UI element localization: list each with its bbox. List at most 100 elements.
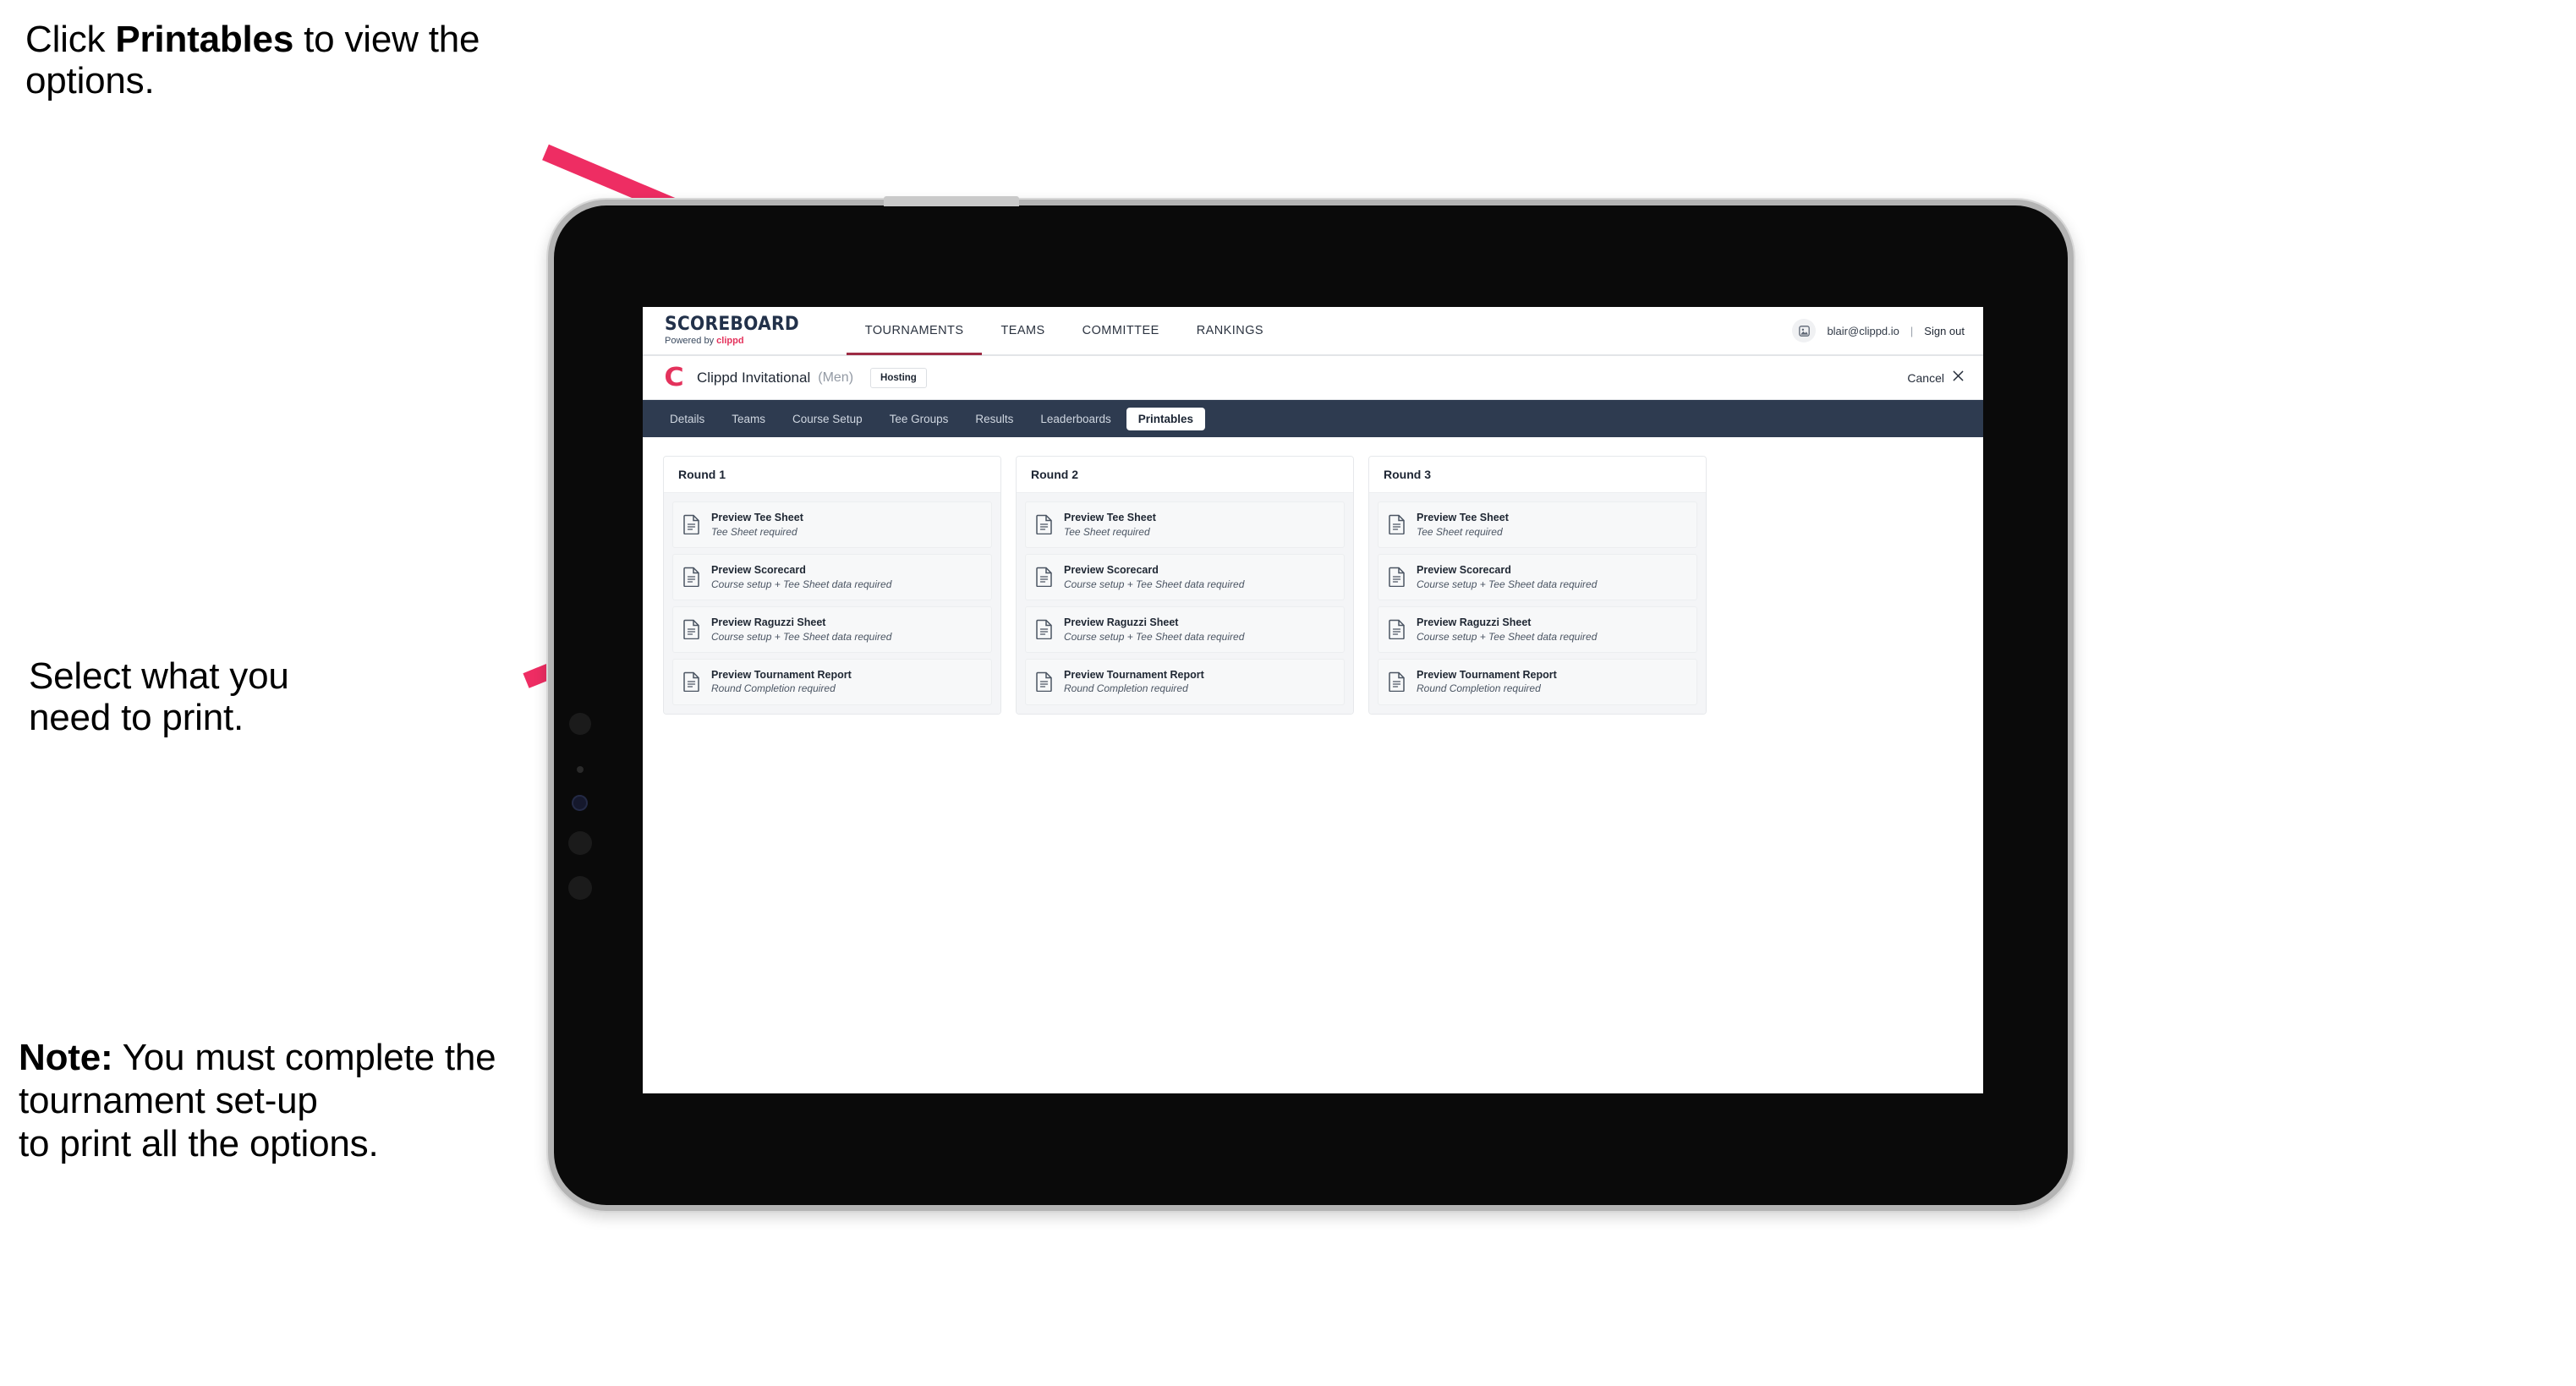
printable-title: Preview Scorecard [711,563,806,576]
topbar-separator: | [1910,324,1914,337]
printable-texts: Preview Raguzzi Sheet Course setup + Tee… [1064,616,1244,643]
printable-row-scorecard[interactable]: Preview Scorecard Course setup + Tee She… [1025,553,1345,600]
printable-title: Preview Tournament Report [711,668,852,681]
document-icon [1036,567,1052,588]
document-icon [1389,515,1405,535]
callout-3-bold: Note: [19,1037,113,1078]
round-items: Preview Tee Sheet Tee Sheet required Pre… [1369,493,1706,714]
printable-texts: Preview Raguzzi Sheet Course setup + Tee… [1417,616,1597,643]
printable-texts: Preview Tournament Report Round Completi… [1064,669,1204,695]
printable-requirement: Round Completion required [711,682,836,695]
tournament-name: Clippd Invitational [697,369,811,386]
printable-row-tee-sheet[interactable]: Preview Tee Sheet Tee Sheet required [672,501,992,548]
round-title: Round 3 [1369,457,1706,493]
printable-texts: Preview Tee Sheet Tee Sheet required [711,512,803,538]
document-icon [683,515,699,535]
sign-out-link[interactable]: Sign out [1924,325,1965,337]
printable-title: Preview Raguzzi Sheet [1417,616,1532,628]
printable-requirement: Course setup + Tee Sheet data required [1417,630,1598,643]
brand-title: SCOREBOARD [665,314,799,335]
main-nav: TOURNAMENTS TEAMS COMMITTEE RANKINGS [846,307,1282,355]
printable-row-scorecard[interactable]: Preview Scorecard Course setup + Tee She… [1378,553,1697,600]
tab-printables[interactable]: Printables [1126,407,1206,430]
round-items: Preview Tee Sheet Tee Sheet required Pre… [1017,493,1353,714]
callout-1-prefix: Click [25,19,116,60]
document-icon [1389,567,1405,588]
printable-texts: Preview Scorecard Course setup + Tee She… [1417,564,1597,590]
status-badge: Hosting [870,367,927,388]
tablet-device-frame: SCOREBOARD Powered by clippd TOURNAMENTS… [554,196,2068,1205]
printable-requirement: Course setup + Tee Sheet data required [1064,578,1245,590]
printable-texts: Preview Tee Sheet Tee Sheet required [1064,512,1156,538]
printable-requirement: Course setup + Tee Sheet data required [1417,578,1598,590]
printable-title: Preview Tournament Report [1064,668,1204,681]
tablet-power-button[interactable] [884,196,1019,206]
document-icon [1036,620,1052,640]
tournament-tabs: Details Teams Course Setup Tee Groups Re… [643,400,1983,437]
printables-content: Round 1 Preview Tee Sheet Tee Sheet requ… [643,437,1983,733]
printable-row-raguzzi-sheet[interactable]: Preview Raguzzi Sheet Course setup + Tee… [672,605,992,653]
printable-row-scorecard[interactable]: Preview Scorecard Course setup + Tee She… [672,553,992,600]
printable-texts: Preview Scorecard Course setup + Tee She… [1064,564,1244,590]
printable-row-raguzzi-sheet[interactable]: Preview Raguzzi Sheet Course setup + Tee… [1025,605,1345,653]
printable-row-tee-sheet[interactable]: Preview Tee Sheet Tee Sheet required [1025,501,1345,548]
printable-row-tee-sheet[interactable]: Preview Tee Sheet Tee Sheet required [1378,501,1697,548]
printable-requirement: Course setup + Tee Sheet data required [711,578,892,590]
printable-title: Preview Raguzzi Sheet [711,616,826,628]
document-icon [683,567,699,588]
printable-row-tournament-report[interactable]: Preview Tournament Report Round Completi… [1025,658,1345,705]
tablet-speaker-hole-2-icon [568,831,592,855]
tab-details[interactable]: Details [658,408,716,430]
printable-row-tournament-report[interactable]: Preview Tournament Report Round Completi… [672,658,992,705]
user-avatar-icon[interactable] [1792,319,1817,342]
document-icon [1036,515,1052,535]
topbar-user-area: blair@clippd.io | Sign out [1792,319,1965,342]
printable-texts: Preview Tee Sheet Tee Sheet required [1417,512,1509,538]
document-icon [683,620,699,640]
brand-subtitle: Powered by clippd [665,337,811,346]
nav-item-tournaments[interactable]: TOURNAMENTS [846,307,983,355]
callout-click-printables: Click Printables to view the options. [25,19,567,102]
tab-tee-groups[interactable]: Tee Groups [878,408,961,430]
printable-row-raguzzi-sheet[interactable]: Preview Raguzzi Sheet Course setup + Tee… [1378,605,1697,653]
cancel-button[interactable]: Cancel [1907,370,1965,386]
printable-title: Preview Tee Sheet [711,512,803,523]
tab-results[interactable]: Results [963,408,1025,430]
nav-item-teams[interactable]: TEAMS [982,307,1063,355]
printable-requirement: Course setup + Tee Sheet data required [1064,630,1245,643]
printable-requirement: Tee Sheet required [1064,525,1150,538]
round-title: Round 1 [664,457,1000,493]
printable-row-tournament-report[interactable]: Preview Tournament Report Round Completi… [1378,658,1697,705]
printable-requirement: Round Completion required [1417,682,1541,695]
printable-requirement: Course setup + Tee Sheet data required [711,630,892,643]
round-items: Preview Tee Sheet Tee Sheet required Pre… [664,493,1000,714]
document-icon [1389,620,1405,640]
printable-requirement: Tee Sheet required [711,525,797,538]
callout-1-bold: Printables [115,19,294,60]
clippd-logo-icon: C [664,362,684,392]
round-column-3: Round 3 Preview Tee Sheet Tee Sheet requ… [1368,456,1707,715]
printable-title: Preview Scorecard [1417,563,1511,576]
round-column-1: Round 1 Preview Tee Sheet Tee Sheet requ… [663,456,1001,715]
nav-item-rankings[interactable]: RANKINGS [1178,307,1282,355]
tablet-speaker-hole-icon [569,713,591,735]
tournament-header: C Clippd Invitational (Men) Hosting Canc… [643,356,1983,400]
brand-sub-prefix: Powered by [665,336,717,346]
round-title: Round 2 [1017,457,1353,493]
printable-title: Preview Tee Sheet [1064,512,1156,523]
tab-leaderboards[interactable]: Leaderboards [1028,408,1122,430]
nav-item-committee[interactable]: COMMITTEE [1064,307,1178,355]
scoreboard-logo[interactable]: SCOREBOARD Powered by clippd [665,315,811,346]
printable-texts: Preview Scorecard Course setup + Tee She… [711,564,891,590]
close-x-icon [1952,370,1965,386]
printable-texts: Preview Tournament Report Round Completi… [711,669,852,695]
user-email: blair@clippd.io [1827,324,1899,337]
tab-course-setup[interactable]: Course Setup [781,408,874,430]
document-icon [1389,671,1405,693]
tablet-front-camera-icon [572,795,588,811]
round-column-2: Round 2 Preview Tee Sheet Tee Sheet requ… [1016,456,1354,715]
tab-teams[interactable]: Teams [720,408,777,430]
tournament-gender: (Men) [818,370,854,385]
brand-sub-clippd: clippd [716,336,744,346]
printable-texts: Preview Raguzzi Sheet Course setup + Tee… [711,616,891,643]
